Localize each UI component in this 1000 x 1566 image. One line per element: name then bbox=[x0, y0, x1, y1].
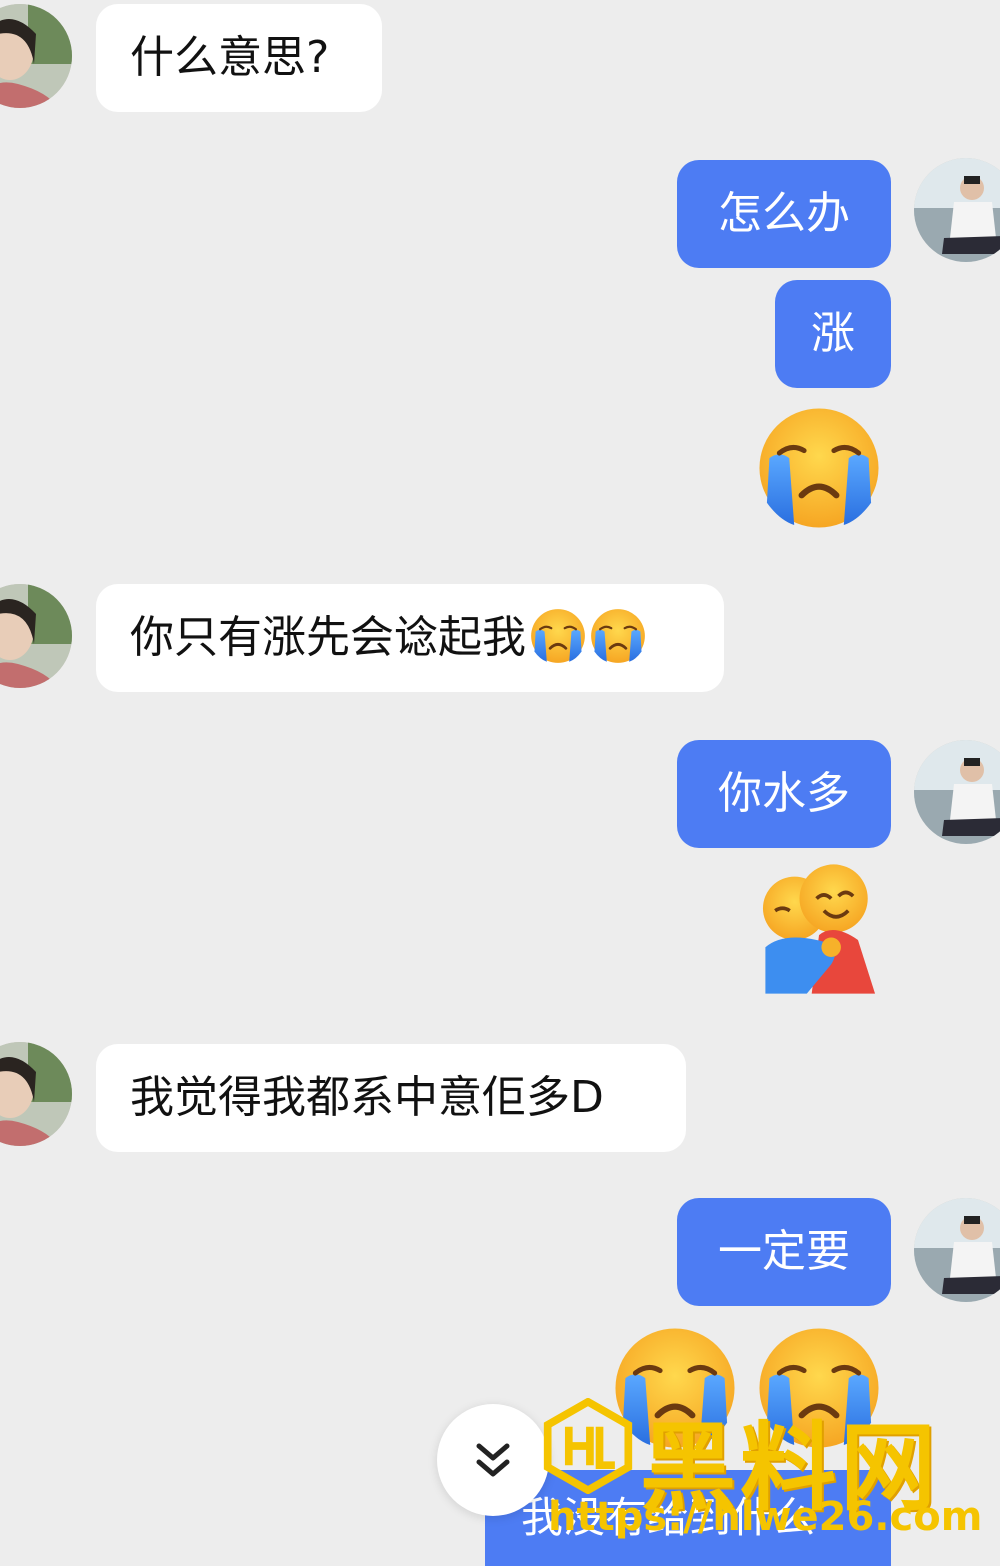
message-text: 涨 bbox=[811, 308, 855, 359]
message-bubble-incoming[interactable]: 什么意思? bbox=[96, 4, 382, 112]
message-bubble-outgoing[interactable]: 你水多 bbox=[677, 740, 891, 848]
message-text: 我觉得我都系中意佢多D bbox=[130, 1072, 604, 1123]
self-avatar[interactable] bbox=[914, 1198, 1000, 1302]
self-avatar[interactable] bbox=[914, 158, 1000, 262]
message-text: 一定要 bbox=[718, 1226, 850, 1277]
people-hugging-icon[interactable] bbox=[754, 862, 884, 996]
message-bubble-incoming[interactable]: 我觉得我都系中意佢多D bbox=[96, 1044, 686, 1152]
self-avatar[interactable] bbox=[914, 740, 1000, 844]
contact-avatar[interactable] bbox=[0, 1042, 72, 1146]
message-text: 你水多 bbox=[718, 768, 850, 819]
loudly-crying-face-icon bbox=[590, 608, 646, 664]
message-bubble-incoming[interactable]: 你只有涨先会谂起我 bbox=[96, 584, 724, 692]
message-bubble-outgoing[interactable]: 涨 bbox=[775, 280, 891, 388]
message-bubble-outgoing[interactable]: 怎么办 bbox=[677, 160, 891, 268]
double-chevron-down-icon bbox=[476, 1443, 510, 1477]
loudly-crying-face-icon bbox=[530, 608, 586, 664]
message-text: 你只有涨先会谂起我 bbox=[130, 612, 526, 663]
message-bubble-outgoing[interactable]: 一定要 bbox=[677, 1198, 891, 1306]
message-text: 怎么办 bbox=[718, 188, 850, 239]
contact-avatar[interactable] bbox=[0, 584, 72, 688]
scroll-to-bottom-button[interactable] bbox=[437, 1404, 549, 1516]
watermark-logo-icon bbox=[543, 1398, 633, 1494]
message-text: 什么意思? bbox=[130, 32, 330, 83]
loudly-crying-face-icon[interactable] bbox=[752, 406, 886, 530]
watermark-url: https://hlwe26.com bbox=[548, 1494, 983, 1540]
contact-avatar[interactable] bbox=[0, 4, 72, 108]
